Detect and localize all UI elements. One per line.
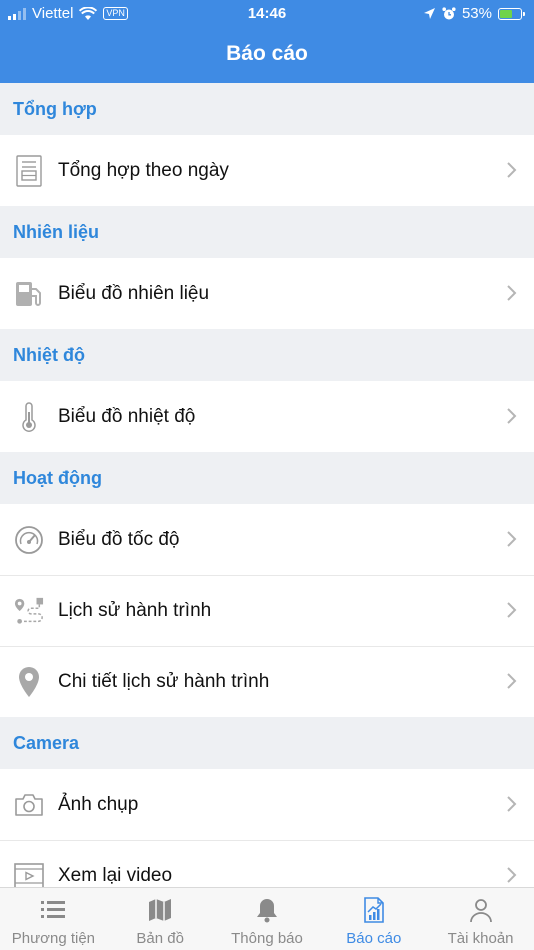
app-header: Viettel VPN 14:46 53% Báo cáo (0, 0, 534, 83)
report-item-label: Xem lại video (58, 864, 173, 886)
section-header-hoat-dong: Hoạt động (13, 467, 102, 488)
report-item-trip-history-detail[interactable]: Chi tiết lịch sử hành trình (0, 646, 534, 717)
chevron-right-icon (507, 408, 517, 424)
alarm-icon (442, 6, 456, 19)
tab-reports[interactable]: Báo cáo (320, 888, 427, 950)
bell-icon (256, 899, 277, 923)
report-item-label: Chi tiết lịch sử hành trình (58, 670, 270, 692)
report-item-fuel-chart[interactable]: Biểu đồ nhiên liệu (0, 258, 534, 329)
report-item-daily-summary[interactable]: Tổng hợp theo ngày (0, 135, 534, 206)
report-item-speed-chart[interactable]: Biểu đồ tốc độ (0, 504, 534, 575)
tab-label: Báo cáo (346, 930, 402, 947)
report-item-label: Lịch sử hành trình (58, 599, 212, 621)
report-icon (363, 897, 384, 923)
report-item-label: Ảnh chụp (58, 793, 139, 815)
chevron-right-icon (507, 285, 517, 301)
tab-vehicles[interactable]: Phương tiện (0, 888, 107, 950)
bottom-tab-bar: Phương tiện Bản đồ Thông báo Báo cáo Tài… (0, 887, 534, 950)
speedometer-icon (14, 525, 44, 555)
section-header-camera: Camera (13, 732, 80, 753)
user-icon (469, 899, 492, 923)
list-icon (41, 901, 66, 918)
location-arrow-icon (423, 8, 435, 19)
tab-map[interactable]: Bản đồ (107, 888, 214, 950)
section-header-nhiet-do: Nhiệt độ (13, 344, 85, 365)
report-item-label: Biểu đồ tốc độ (58, 528, 180, 550)
chevron-right-icon (507, 673, 517, 689)
report-item-label: Tổng hợp theo ngày (58, 159, 229, 181)
section-header-tong-hop: Tổng hợp (13, 98, 97, 119)
report-item-label: Biểu đồ nhiên liệu (58, 282, 210, 304)
report-item-photos[interactable]: Ảnh chụp (0, 769, 534, 840)
chevron-right-icon (507, 162, 517, 178)
location-pin-icon (14, 666, 44, 697)
map-icon (149, 899, 172, 921)
chevron-right-icon (507, 867, 517, 883)
tab-label: Phương tiện (11, 930, 96, 947)
report-item-label: Biểu đồ nhiệt độ (58, 405, 196, 427)
camera-icon (14, 790, 44, 820)
tab-label: Bản đồ (136, 930, 184, 947)
report-list: Tổng hợp Tổng hợp theo ngày Nhiên liệu B… (0, 83, 534, 887)
tab-label: Thông báo (231, 930, 303, 947)
tab-notifications[interactable]: Thông báo (214, 888, 321, 950)
tab-label: Tài khoản (447, 930, 514, 947)
chevron-right-icon (507, 531, 517, 547)
report-item-trip-history[interactable]: Lịch sử hành trình (0, 575, 534, 646)
fuel-pump-icon (14, 279, 44, 309)
document-icon (14, 154, 44, 187)
report-item-video-playback[interactable]: Xem lại video (0, 840, 534, 887)
video-icon (14, 861, 44, 887)
chevron-right-icon (507, 796, 517, 812)
status-bar: Viettel VPN 14:46 53% (0, 0, 534, 28)
battery-icon (498, 7, 525, 20)
chevron-right-icon (507, 602, 517, 618)
battery-percent: 53% (461, 5, 492, 22)
thermometer-icon (14, 401, 44, 432)
page-title: Báo cáo (226, 42, 308, 65)
section-header-nhien-lieu: Nhiên liệu (13, 221, 100, 242)
route-icon (14, 596, 44, 626)
report-item-temperature-chart[interactable]: Biểu đồ nhiệt độ (0, 381, 534, 452)
tab-account[interactable]: Tài khoản (427, 888, 534, 950)
